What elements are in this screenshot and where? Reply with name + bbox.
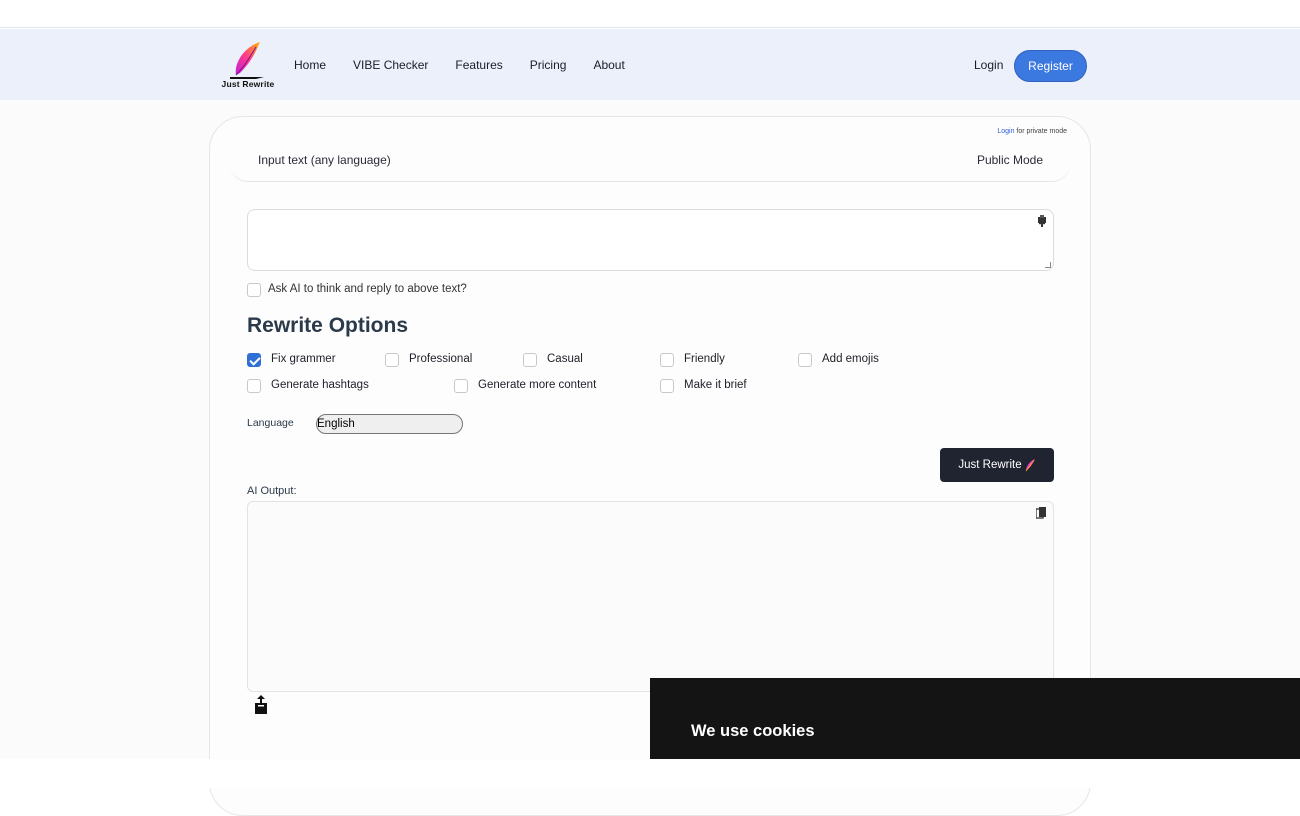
option-generate-more-content-label: Generate more content (478, 379, 597, 391)
option-generate-more-content-checkbox[interactable] (454, 379, 468, 393)
option-add-emojis-label: Add emojis (822, 353, 879, 365)
ask-ai-label: Ask AI to think and reply to above text? (268, 283, 467, 295)
option-generate-hashtags-checkbox[interactable] (247, 379, 261, 393)
cookie-text: We use cookies (691, 722, 815, 740)
nav-vibe-checker[interactable]: VIBE Checker (353, 58, 428, 72)
option-fix-grammer-label: Fix grammer (271, 353, 336, 365)
input-header: Input text (any language) Public Mode (230, 143, 1070, 182)
cookie-banner: We use cookies (650, 678, 1300, 759)
option-add-emojis-checkbox[interactable] (798, 353, 812, 367)
option-generate-hashtags-label: Generate hashtags (271, 379, 369, 391)
language-label: Language (247, 417, 294, 429)
nav-pricing[interactable]: Pricing (530, 58, 567, 72)
private-mode-hint: Login for private mode (997, 128, 1067, 135)
ai-output-box[interactable] (247, 501, 1054, 692)
option-professional-label: Professional (409, 353, 473, 365)
nav-about[interactable]: About (593, 58, 624, 72)
bottom-spacer (0, 759, 1300, 788)
private-login-link[interactable]: Login (997, 128, 1014, 135)
feather-icon (1025, 459, 1035, 472)
paste-icon[interactable] (1037, 215, 1047, 227)
login-link[interactable]: Login (974, 58, 1003, 72)
option-fix-grammer-checkbox[interactable] (247, 353, 261, 367)
main-content: Login for private mode Input text (any l… (0, 100, 1300, 816)
copy-icon[interactable] (1036, 507, 1047, 520)
option-friendly-checkbox[interactable] (660, 353, 674, 367)
option-friendly-label: Friendly (684, 353, 725, 365)
option-make-it-brief-checkbox[interactable] (660, 379, 674, 393)
input-textarea[interactable] (247, 209, 1054, 271)
main-nav: Home VIBE Checker Features Pricing About (294, 29, 652, 100)
input-label: Input text (any language) (258, 153, 391, 167)
feather-logo-icon (230, 42, 264, 79)
just-rewrite-button[interactable]: Just Rewrite (940, 448, 1054, 482)
ai-output-label: AI Output: (247, 485, 297, 497)
option-make-it-brief-label: Make it brief (684, 379, 747, 391)
option-casual-label: Casual (547, 353, 583, 365)
private-hint-text: for private mode (1014, 128, 1067, 135)
brand-logo[interactable]: Just Rewrite (216, 41, 280, 91)
language-select[interactable]: English (316, 414, 463, 434)
ask-ai-checkbox[interactable] (247, 283, 261, 297)
nav-features[interactable]: Features (455, 58, 502, 72)
mode-label[interactable]: Public Mode (977, 153, 1043, 167)
top-spacer (0, 0, 1300, 28)
navbar: Just Rewrite Home VIBE Checker Features … (0, 29, 1300, 100)
share-icon[interactable] (253, 695, 269, 715)
just-rewrite-label: Just Rewrite (958, 459, 1022, 471)
nav-home[interactable]: Home (294, 58, 326, 72)
register-button[interactable]: Register (1014, 50, 1087, 82)
brand-name: Just Rewrite (221, 79, 275, 89)
option-professional-checkbox[interactable] (385, 353, 399, 367)
rewrite-options-title: Rewrite Options (247, 314, 409, 337)
resize-handle[interactable] (1045, 262, 1051, 268)
option-casual-checkbox[interactable] (523, 353, 537, 367)
